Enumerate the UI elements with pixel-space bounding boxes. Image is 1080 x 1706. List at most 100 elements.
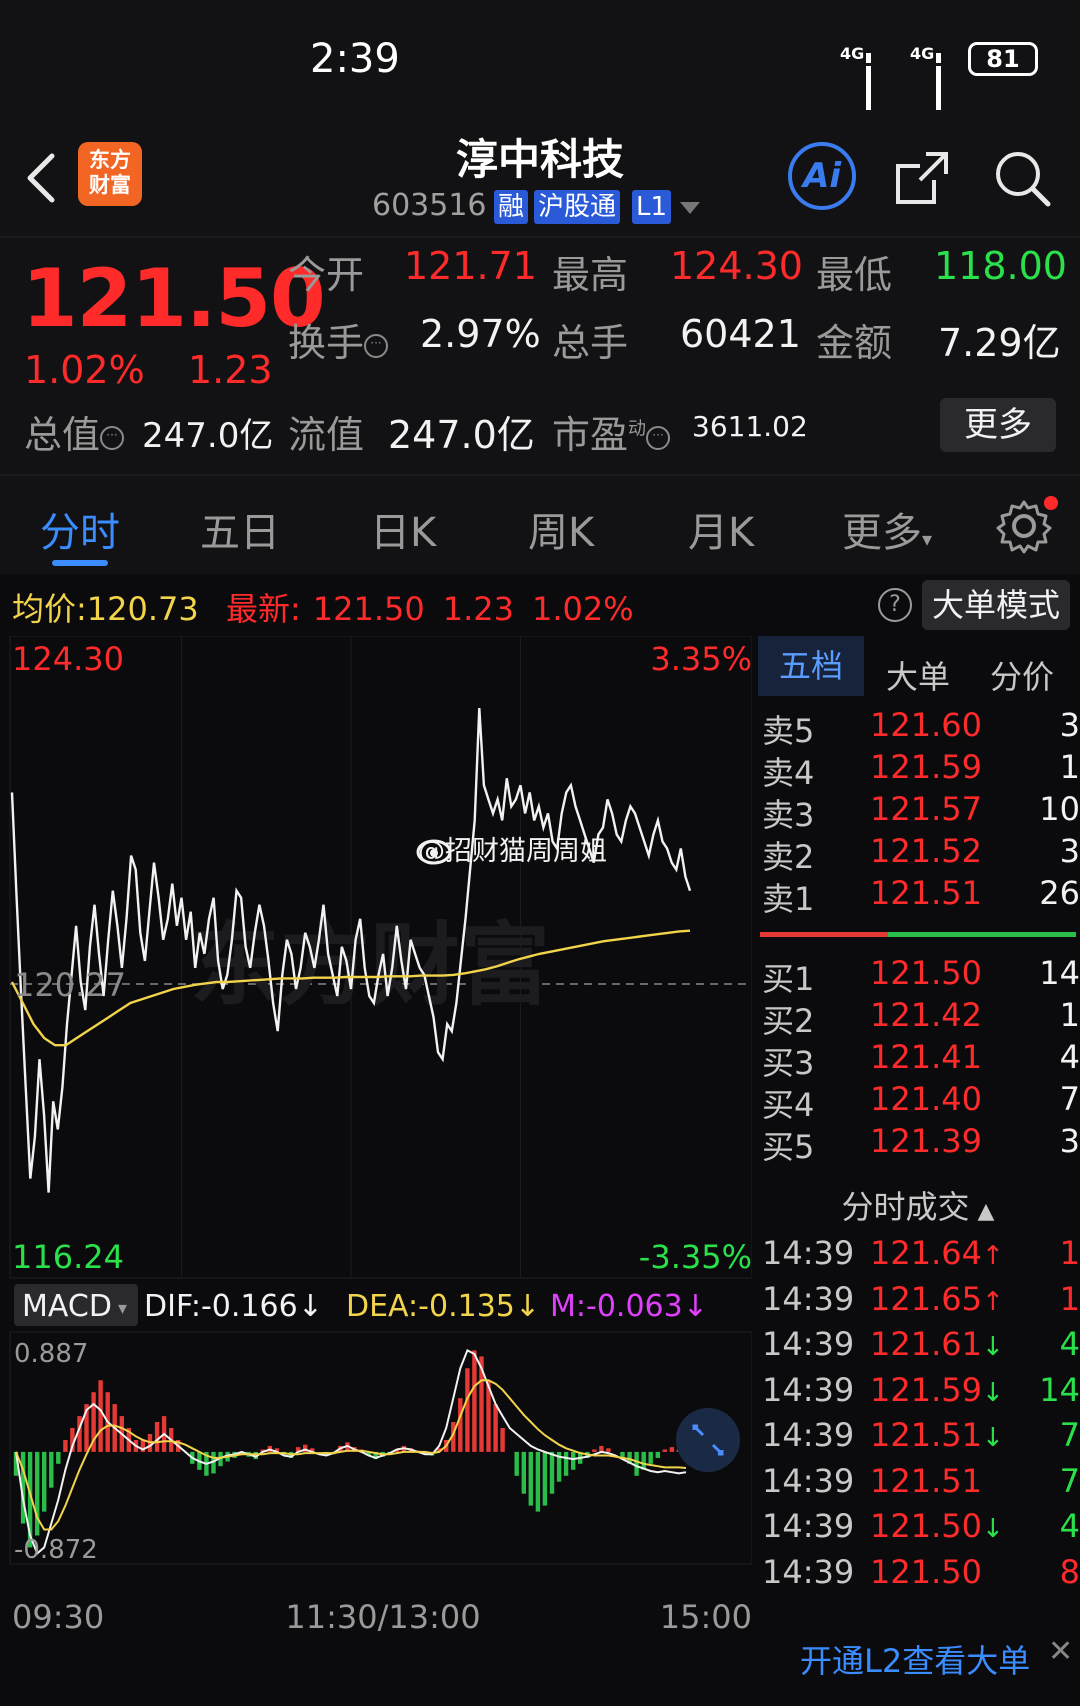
tab-price-dist[interactable]: 分价 <box>990 652 1054 698</box>
row-label: 14:39 <box>762 1416 855 1454</box>
row-label: 14:39 <box>762 1279 855 1318</box>
macd-bar <box>571 1451 576 1470</box>
row-label: 买5 <box>762 1128 815 1166</box>
period-tabs: 分时 五日 日K 周K 月K 更多▾ <box>0 474 1080 574</box>
macd-bar <box>493 1404 498 1452</box>
trade-row[interactable]: 14:39 121.65↑ 1 <box>756 1280 1080 1329</box>
macd-caret-icon: ▾ <box>118 1298 127 1319</box>
row-volume: 1 <box>1059 996 1080 1034</box>
ask-row[interactable]: 卖5 121.60 3 <box>756 706 1080 751</box>
tab-big-orders[interactable]: 大单 <box>886 652 950 698</box>
trade-row[interactable]: 14:39 121.50 8 <box>756 1553 1080 1602</box>
tab-week-k[interactable]: 周K <box>528 500 594 558</box>
row-volume: 7 <box>1059 1461 1080 1500</box>
row-price: 121.60 <box>870 706 982 744</box>
ask-row[interactable]: 卖1 121.51 26 <box>756 874 1080 919</box>
tab-intraday[interactable]: 分时 <box>40 500 120 558</box>
ask-row[interactable]: 卖4 121.59 1 <box>756 748 1080 793</box>
row-volume: 1 <box>1059 1279 1080 1318</box>
macd-bar <box>535 1451 541 1512</box>
macd-bar <box>563 1451 569 1476</box>
macd-bar <box>154 1422 160 1452</box>
market-cap-label[interactable]: 总值 ··· <box>24 404 125 459</box>
row-label: 14:39 <box>762 1507 855 1545</box>
ask-row[interactable]: 卖3 121.57 10 <box>756 790 1080 835</box>
row-volume: 1 <box>1059 1234 1080 1272</box>
tab-five-levels[interactable]: 五档 <box>758 636 864 696</box>
caret-up-icon: ▲ <box>977 1199 995 1224</box>
float-cap-label: 流值 <box>288 413 365 457</box>
row-label: 卖5 <box>762 712 815 750</box>
x-label-mid: 11:30/13:00 <box>285 1598 480 1636</box>
row-label: 14:39 <box>762 1234 855 1272</box>
info-dots-icon[interactable]: ··· <box>646 425 671 450</box>
info-dots-icon[interactable]: ··· <box>364 333 389 358</box>
y-min-label: 116.24 <box>12 1238 124 1276</box>
close-icon[interactable]: ✕ <box>1048 1634 1076 1669</box>
macd-label[interactable]: MACD <box>22 1289 112 1324</box>
y-max-label: 124.30 <box>12 640 124 678</box>
bid-row[interactable]: 买5 121.39 3 <box>756 1122 1080 1167</box>
help-icon[interactable]: ? <box>878 588 912 622</box>
row-volume: 4 <box>1059 1038 1080 1076</box>
open-l2-link[interactable]: 开通L2查看大单 <box>800 1636 1030 1682</box>
row-volume: 10 <box>1039 790 1080 828</box>
tab-five-day[interactable]: 五日 <box>200 500 280 558</box>
quote-more-button[interactable]: 更多 <box>940 398 1056 452</box>
quote-panel: 121.50 1.02% 1.23 总值 ··· 247.0亿 今开 121.71… <box>0 238 1080 474</box>
ai-button[interactable]: Ai <box>788 142 856 210</box>
trade-direction-icon: ↓ <box>981 1514 1004 1544</box>
ask-row[interactable]: 卖2 121.52 3 <box>756 832 1080 877</box>
macd-bar <box>521 1451 526 1494</box>
bid-row[interactable]: 买1 121.50 14 <box>756 954 1080 999</box>
volume-label: 总手 <box>552 321 629 365</box>
expand-icon[interactable] <box>676 1408 740 1472</box>
trade-row[interactable]: 14:39 121.51↓ 7 <box>756 1416 1080 1465</box>
info-dots-icon[interactable]: ··· <box>100 425 125 450</box>
x-label-close: 15:00 <box>660 1598 752 1636</box>
chart-canvas: 东方财富 124.30 116.24 3.35% -3.35% 120.27 @… <box>9 636 752 1636</box>
macd-bar <box>514 1451 519 1476</box>
l2-promo-bar: 开通L2查看大单 ✕ <box>0 1634 1080 1706</box>
bid-row[interactable]: 买4 121.40 7 <box>756 1080 1080 1125</box>
row-volume: 3 <box>1059 706 1080 744</box>
avg-price: 均价:120.73 <box>12 590 199 628</box>
big-order-mode-button[interactable]: 大单模式 <box>922 580 1070 630</box>
pe-label[interactable]: 市盈动 ··· <box>552 404 671 459</box>
code-dropdown-icon[interactable] <box>680 202 700 214</box>
prev-close-label: 120.27 <box>14 966 126 1004</box>
trade-row[interactable]: 14:39 121.51 7 <box>756 1462 1080 1511</box>
tab-day-k[interactable]: 日K <box>370 500 436 558</box>
bid-row[interactable]: 买2 121.42 1 <box>756 996 1080 1041</box>
trade-row[interactable]: 14:39 121.50↓ 4 <box>756 1507 1080 1556</box>
trade-row[interactable]: 14:39 121.61↓ 4 <box>756 1325 1080 1374</box>
open-value: 121.71 <box>404 244 537 288</box>
bid-row[interactable]: 买3 121.41 4 <box>756 1038 1080 1083</box>
macd-bar <box>63 1440 68 1452</box>
user-watermark: @招财猫周周姐 <box>418 836 607 867</box>
trade-row[interactable]: 14:39 121.59↓ 14 <box>756 1371 1080 1420</box>
row-price: 121.40 <box>870 1080 982 1118</box>
settings-gear-icon[interactable] <box>996 498 1052 554</box>
macd-min-label: -0.872 <box>14 1535 98 1565</box>
row-price: 121.50↓ <box>870 1507 1004 1545</box>
logo-text-2: 财富 <box>89 173 131 197</box>
row-volume: 14 <box>1039 954 1080 992</box>
share-icon[interactable] <box>890 146 954 210</box>
turnover-label[interactable]: 换手 ··· <box>288 312 389 367</box>
price-info-row: 均价:120.73 最新: 121.50 1.23 1.02% ? 大单模式 <box>0 574 1080 636</box>
tab-month-k[interactable]: 月K <box>688 500 754 558</box>
status-bar: 2:39 4G 4G 81 <box>0 0 1080 132</box>
trade-row[interactable]: 14:39 121.64↑ 1 <box>756 1234 1080 1283</box>
trades-header[interactable]: 分时成交 ▲ <box>756 1182 1080 1228</box>
tab-more[interactable]: 更多▾ <box>842 500 932 558</box>
row-volume: 3 <box>1059 832 1080 870</box>
change-percent: 1.02% <box>24 348 145 392</box>
volume-value: 60421 <box>680 312 801 356</box>
change-amount: 1.23 <box>188 348 273 392</box>
row-label: 卖3 <box>762 796 815 834</box>
back-arrow-icon[interactable] <box>22 148 62 208</box>
search-icon[interactable] <box>990 146 1054 210</box>
macd-bar <box>662 1449 667 1452</box>
intraday-chart[interactable]: 东方财富 124.30 116.24 3.35% -3.35% 120.27 @… <box>0 636 752 1640</box>
